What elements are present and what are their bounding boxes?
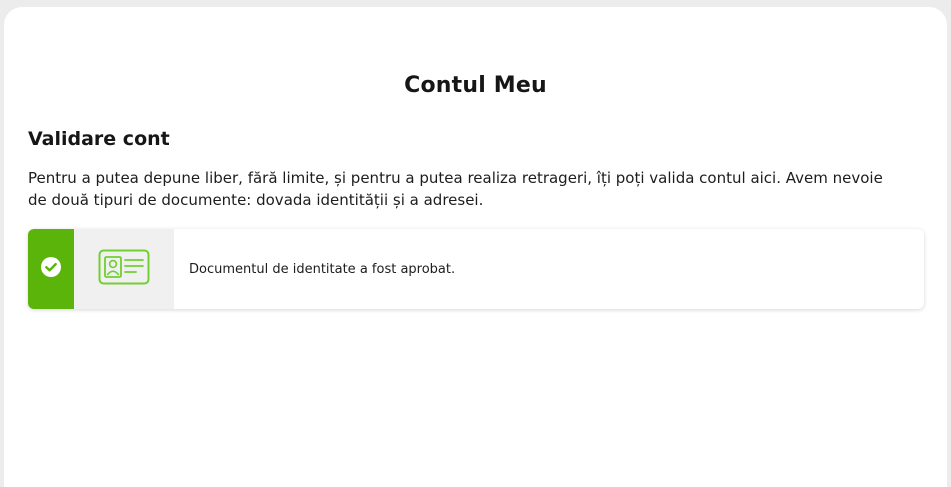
- id-card-icon: [98, 249, 150, 289]
- identity-document-card[interactable]: Documentul de identitate a fost aprobat.: [28, 229, 924, 309]
- page-title: Contul Meu: [404, 73, 547, 98]
- status-strip-approved: [28, 229, 74, 309]
- section-description: Pentru a putea depune liber, fără limite…: [28, 169, 883, 209]
- document-status-message: Documentul de identitate a fost aprobat.: [189, 261, 456, 277]
- check-circle-icon: [40, 256, 62, 282]
- section-title-account-validation: Validare cont: [28, 128, 170, 150]
- account-panel: Contul Meu Validare cont Pentru a putea …: [4, 7, 947, 487]
- document-icon-box: [74, 229, 174, 309]
